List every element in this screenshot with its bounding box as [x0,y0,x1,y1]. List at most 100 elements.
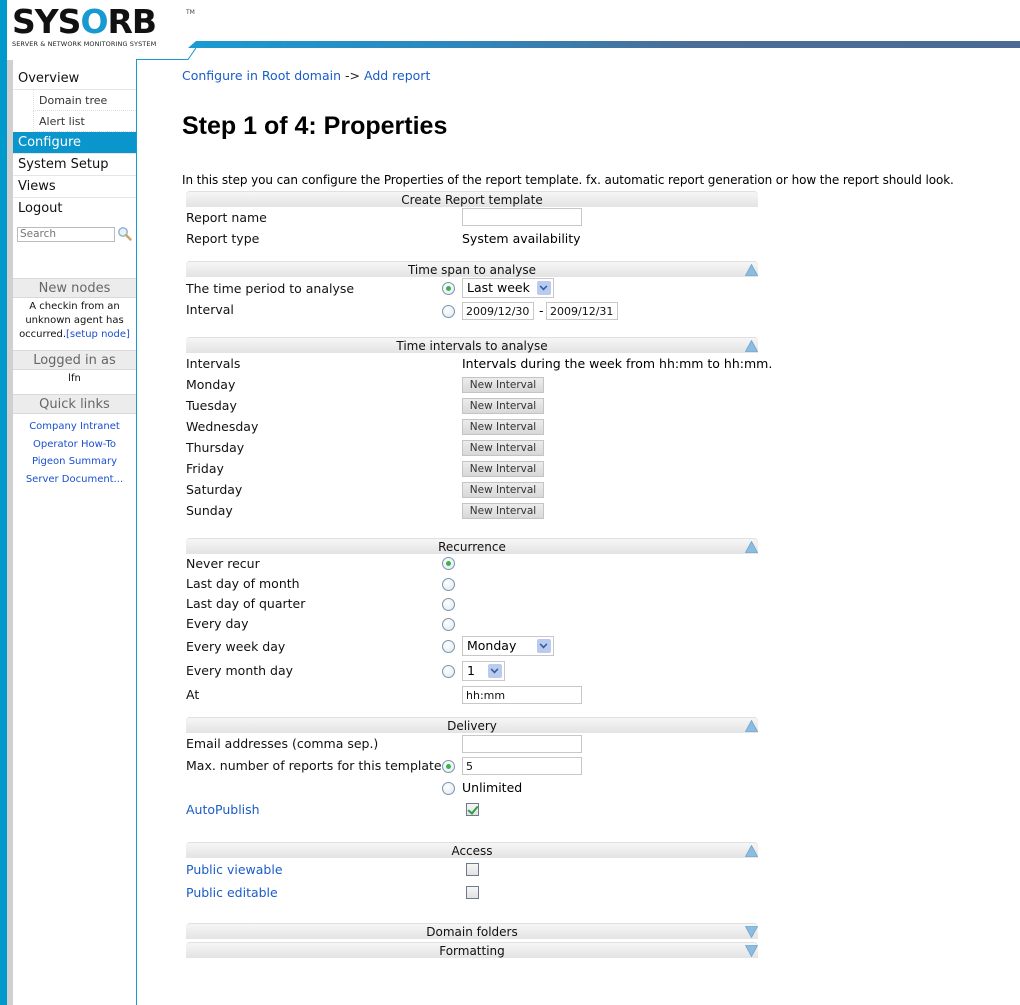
report-type-label: Report type [186,231,260,246]
public-viewable-label[interactable]: Public viewable [186,858,283,881]
new-interval-button[interactable]: New Interval [462,482,544,498]
interval-label: Interval [186,302,234,317]
autopublish-checkbox[interactable] [466,803,479,816]
month-day-select[interactable]: 1 [462,661,505,681]
logo-wordmark: SYSORB [12,2,157,41]
collapse-up-icon[interactable] [745,264,758,276]
new-interval-button[interactable]: New Interval [462,419,544,435]
left-accent-bar [0,0,7,1005]
day-label: Sunday [186,503,233,518]
public-editable-label[interactable]: Public editable [186,881,278,904]
quick-links-title: Quick links [13,394,136,414]
expand-down-icon[interactable] [745,926,758,938]
new-interval-button[interactable]: New Interval [462,503,544,519]
day-row: Tuesday New Interval [186,395,758,416]
nav-configure[interactable]: Configure [13,132,136,154]
every-month-day-radio[interactable] [442,665,455,678]
section-title: Time span to analyse [407,263,537,277]
sidebar: Overview Domain tree Alert list Configur… [13,60,136,1005]
new-interval-button[interactable]: New Interval [462,440,544,456]
quick-link[interactable]: Pigeon Summary [13,453,136,471]
day-label: Saturday [186,482,243,497]
logo-trademark: TM [186,9,195,16]
recurrence-row: Every week day Monday [186,634,758,659]
max-reports-input[interactable] [462,757,582,775]
search-input[interactable] [17,226,115,242]
section-create-header: Create Report template [186,191,758,207]
collapse-up-icon[interactable] [745,720,758,732]
section-intervals-header[interactable]: Time intervals to analyse [186,337,758,353]
every-week-day-radio[interactable] [442,640,455,653]
section-title: Time intervals to analyse [396,339,548,353]
section-access-header[interactable]: Access [186,842,758,858]
quick-link[interactable]: Server Document... [13,471,136,489]
report-form: Create Report template Report name Repor… [186,191,772,958]
magnifier-icon[interactable] [117,226,132,241]
breadcrumb-separator: -> [345,68,361,83]
new-interval-button[interactable]: New Interval [462,461,544,477]
section-domain-folders-header[interactable]: Domain folders [186,923,758,939]
last-day-quarter-radio[interactable] [442,598,455,611]
max-reports-row: Max. number of reports for this template [186,755,758,777]
nav-overview[interactable]: Overview [13,68,136,90]
quick-link[interactable]: Operator How-To [13,436,136,454]
at-time-input[interactable] [462,686,582,704]
chevron-down-icon [537,281,551,295]
day-label: Wednesday [186,419,259,434]
new-interval-button[interactable]: New Interval [462,377,544,393]
nav-logout[interactable]: Logout [13,198,136,220]
section-recurrence-header[interactable]: Recurrence [186,538,758,554]
recurrence-label: Last day of month [186,576,300,591]
day-label: Thursday [186,440,245,455]
expand-down-icon[interactable] [745,945,758,957]
section-timespan-header[interactable]: Time span to analyse [186,261,758,277]
unlimited-radio[interactable] [442,782,455,795]
section-delivery-header[interactable]: Delivery [186,717,758,733]
week-day-select[interactable]: Monday [462,636,554,656]
at-label: At [186,687,200,702]
breadcrumb-add-report[interactable]: Add report [364,68,430,83]
interval-separator: - [539,303,544,318]
nav-domain-tree[interactable]: Domain tree [33,90,136,111]
report-name-input[interactable] [462,208,582,226]
public-editable-checkbox[interactable] [466,886,479,899]
logo[interactable]: SYSORB TM SERVER & NETWORK MONITORING SY… [12,2,195,48]
quick-link[interactable]: Company Intranet [13,418,136,436]
max-reports-radio[interactable] [442,760,455,773]
every-day-radio[interactable] [442,618,455,631]
section-formatting-header[interactable]: Formatting [186,942,758,958]
collapse-up-icon[interactable] [745,340,758,352]
public-viewable-checkbox[interactable] [466,863,479,876]
nav-alert-list[interactable]: Alert list [33,111,136,132]
search-row [13,220,136,250]
section-title: Access [451,844,493,858]
setup-node-link[interactable]: [setup node] [66,329,130,340]
nav-views[interactable]: Views [13,176,136,198]
day-label: Friday [186,461,224,476]
email-input[interactable] [462,735,582,753]
interval-radio[interactable] [442,305,455,318]
unlimited-label: Unlimited [462,780,523,795]
public-editable-row: Public editable [186,881,758,904]
recurrence-label: Every month day [186,663,294,678]
nav-system-setup[interactable]: System Setup [13,154,136,176]
new-interval-button[interactable]: New Interval [462,398,544,414]
autopublish-label[interactable]: AutoPublish [186,798,260,821]
period-radio[interactable] [442,282,455,295]
header: SYSORB TM SERVER & NETWORK MONITORING SY… [0,0,1020,60]
breadcrumb-configure[interactable]: Configure in Root domain [182,68,341,83]
interval-to-input[interactable] [546,302,618,320]
intro-text: In this step you can configure the Prope… [182,173,954,187]
intervals-row: Intervals Intervals during the week from… [186,353,772,374]
intervals-label: Intervals [186,356,241,371]
collapse-up-icon[interactable] [745,845,758,857]
period-select[interactable]: Last week [462,278,554,298]
last-day-month-radio[interactable] [442,578,455,591]
interval-from-input[interactable] [462,302,534,320]
report-name-label: Report name [186,210,267,225]
section-title: Formatting [439,944,505,958]
section-title: Recurrence [438,540,506,554]
recurrence-label: Last day of quarter [186,596,306,611]
never-recur-radio[interactable] [442,557,455,570]
collapse-up-icon[interactable] [745,541,758,553]
